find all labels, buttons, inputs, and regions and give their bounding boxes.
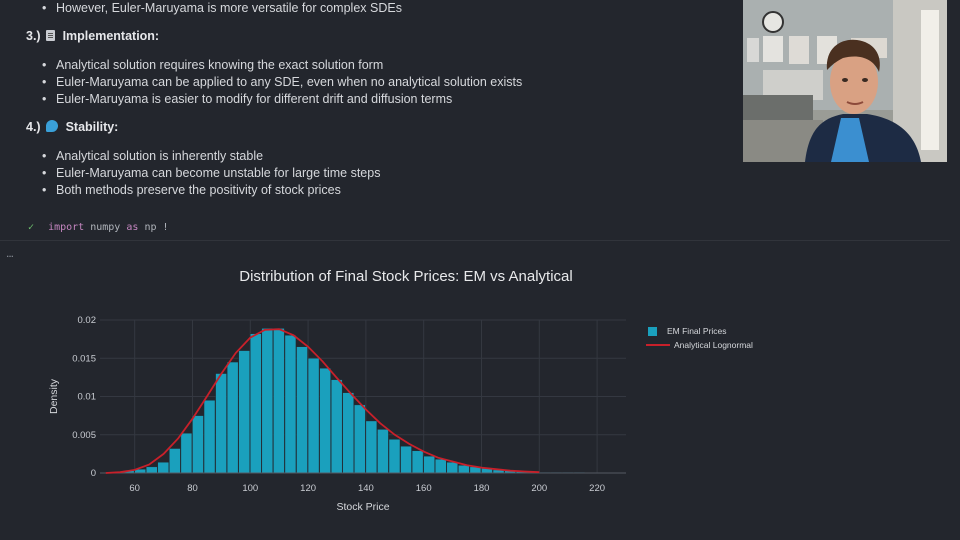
histogram-bar bbox=[435, 459, 447, 474]
legend-label: Analytical Lognormal bbox=[674, 340, 753, 350]
legend-item-analytical[interactable]: Analytical Lognormal bbox=[646, 338, 753, 352]
chart-legend[interactable]: EM Final Prices Analytical Lognormal bbox=[646, 324, 753, 352]
legend-line-swatch bbox=[646, 344, 670, 346]
webcam-overlay bbox=[743, 0, 947, 162]
histogram-bar bbox=[446, 462, 458, 474]
x-tick-label: 140 bbox=[358, 483, 374, 494]
histogram-bar bbox=[284, 335, 297, 474]
histogram-bar bbox=[423, 455, 435, 474]
histogram-bar bbox=[377, 429, 389, 474]
wave-icon bbox=[46, 120, 59, 132]
histogram-bar bbox=[250, 333, 262, 474]
legend-bar-swatch bbox=[648, 326, 657, 336]
x-tick-label: 100 bbox=[242, 483, 258, 494]
x-tick-label: 120 bbox=[300, 483, 316, 494]
histogram-bar bbox=[157, 462, 169, 474]
presenter-video bbox=[743, 0, 947, 162]
section-number: 4.) bbox=[26, 120, 41, 134]
histogram-bar bbox=[169, 448, 181, 474]
histogram-bar bbox=[307, 358, 320, 474]
y-tick-label: 0.005 bbox=[72, 430, 96, 441]
histogram-bar bbox=[400, 446, 412, 474]
legend-item-em[interactable]: EM Final Prices bbox=[646, 324, 753, 338]
histogram-bar bbox=[146, 466, 158, 474]
run-success-icon: ✓ bbox=[28, 222, 35, 233]
list-item: Both methods preserve the positivity of … bbox=[26, 182, 380, 199]
histogram-bar bbox=[296, 346, 308, 474]
code-module: numpy bbox=[90, 222, 121, 233]
list-item: Analytical solution is inherently stable bbox=[26, 148, 380, 165]
section-heading-stability: 4.) Stability: bbox=[26, 119, 118, 136]
y-tick-label: 0 bbox=[91, 468, 96, 479]
x-tick-label: 180 bbox=[474, 483, 490, 494]
section-number: 3.) bbox=[26, 29, 41, 43]
histogram-bar bbox=[388, 439, 401, 474]
stability-list: Analytical solution is inherently stable… bbox=[26, 148, 380, 199]
x-axis-title: Stock Price bbox=[336, 501, 389, 513]
histogram-bar bbox=[458, 465, 470, 474]
histogram-plot: 60 80 100 120 140 160 180 200 220 0 0.005 0.01 0.015… bbox=[48, 315, 626, 513]
list-item: Euler-Maruyama can be applied to any SDE… bbox=[26, 74, 522, 91]
cell-divider bbox=[0, 240, 950, 241]
histogram-bar bbox=[238, 350, 250, 474]
x-tick-label: 160 bbox=[416, 483, 432, 494]
code-more-indicator: ! bbox=[162, 222, 169, 233]
histogram-bar bbox=[411, 450, 424, 474]
histogram-bar bbox=[331, 379, 343, 474]
histogram-bar bbox=[192, 415, 204, 474]
code-alias: np bbox=[144, 222, 157, 233]
section-heading-implementation: 3.) Implementation: bbox=[26, 28, 159, 45]
code-cell-collapsed[interactable]: ✓ import numpy as np ! bbox=[28, 222, 169, 233]
legend-label: EM Final Prices bbox=[667, 326, 727, 336]
section-title: Stability: bbox=[65, 120, 119, 134]
histogram-bar bbox=[365, 420, 378, 474]
histogram-bar bbox=[215, 373, 227, 474]
histogram-bar bbox=[354, 404, 366, 474]
section-title: Implementation: bbox=[62, 29, 160, 43]
x-tick-label: 220 bbox=[589, 483, 605, 494]
histogram-bar bbox=[261, 328, 274, 474]
y-axis-title: Density bbox=[48, 378, 60, 414]
histogram-bar bbox=[226, 361, 239, 474]
list-item: Euler-Maruyama is easier to modify for d… bbox=[26, 91, 522, 108]
code-keyword: import bbox=[48, 222, 85, 233]
y-tick-label: 0.015 bbox=[72, 353, 96, 364]
chart-title: Distribution of Final Stock Prices: EM v… bbox=[239, 268, 573, 285]
histogram-bar bbox=[342, 392, 354, 474]
top-bullet-list: However, Euler-Maruyama is more versatil… bbox=[26, 0, 402, 17]
y-tick-label: 0.02 bbox=[78, 315, 97, 326]
x-tick-label: 200 bbox=[531, 483, 547, 494]
y-tick-label: 0.01 bbox=[78, 392, 97, 403]
x-tick-label: 80 bbox=[187, 483, 198, 494]
x-tick-label: 60 bbox=[129, 483, 140, 494]
document-icon bbox=[46, 30, 56, 41]
histogram-bar bbox=[273, 328, 285, 474]
histogram-bar bbox=[203, 400, 216, 474]
output-collapse-marker[interactable]: ... bbox=[6, 246, 14, 260]
code-keyword: as bbox=[126, 222, 139, 233]
implementation-list: Analytical solution requires knowing the… bbox=[26, 57, 522, 108]
list-item: Euler-Maruyama can become unstable for l… bbox=[26, 165, 380, 182]
list-item: Analytical solution requires knowing the… bbox=[26, 57, 522, 74]
histogram-bar bbox=[180, 433, 193, 474]
list-item: However, Euler-Maruyama is more versatil… bbox=[26, 0, 402, 17]
histogram-bar bbox=[319, 367, 331, 474]
